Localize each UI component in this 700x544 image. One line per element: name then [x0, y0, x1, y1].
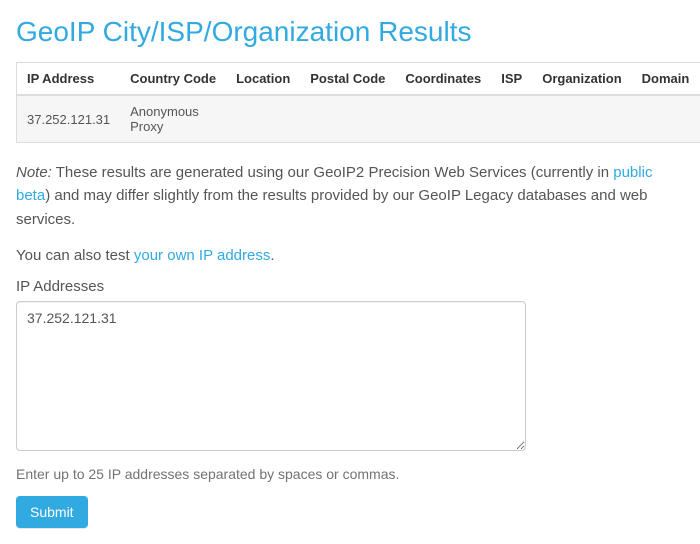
- results-table: IP Address Country Code Location Postal …: [16, 62, 700, 143]
- cell-organization: [532, 95, 631, 143]
- note-part2: ) and may differ slightly from the resul…: [16, 187, 647, 227]
- cell-isp: [491, 95, 532, 143]
- col-domain: Domain: [632, 63, 700, 96]
- col-location: Location: [226, 63, 300, 96]
- cell-coordinates: [395, 95, 491, 143]
- note-text: Note: These results are generated using …: [16, 161, 684, 231]
- page-title: GeoIP City/ISP/Organization Results: [16, 16, 684, 48]
- also-test-suffix: .: [270, 247, 274, 264]
- cell-ip: 37.252.121.31: [17, 95, 121, 143]
- note-prefix: Note:: [16, 164, 52, 181]
- col-ip-address: IP Address: [17, 63, 121, 96]
- col-organization: Organization: [532, 63, 631, 96]
- col-country-code: Country Code: [120, 63, 226, 96]
- col-isp: ISP: [491, 63, 532, 96]
- cell-domain: [632, 95, 700, 143]
- col-postal-code: Postal Code: [300, 63, 395, 96]
- also-test-text: You can also test your own IP address.: [16, 247, 684, 264]
- ip-addresses-label: IP Addresses: [16, 278, 684, 295]
- help-text: Enter up to 25 IP addresses separated by…: [16, 466, 684, 482]
- submit-button[interactable]: Submit: [16, 496, 88, 528]
- cell-country-code: Anonymous Proxy: [120, 95, 226, 143]
- own-ip-link[interactable]: your own IP address: [134, 247, 270, 264]
- col-coordinates: Coordinates: [395, 63, 491, 96]
- cell-postal-code: [300, 95, 395, 143]
- note-part1: These results are generated using our Ge…: [52, 164, 613, 181]
- ip-addresses-input[interactable]: [16, 301, 526, 451]
- also-test-prefix: You can also test: [16, 247, 134, 264]
- table-row: 37.252.121.31 Anonymous Proxy: [17, 95, 700, 143]
- cell-location: [226, 95, 300, 143]
